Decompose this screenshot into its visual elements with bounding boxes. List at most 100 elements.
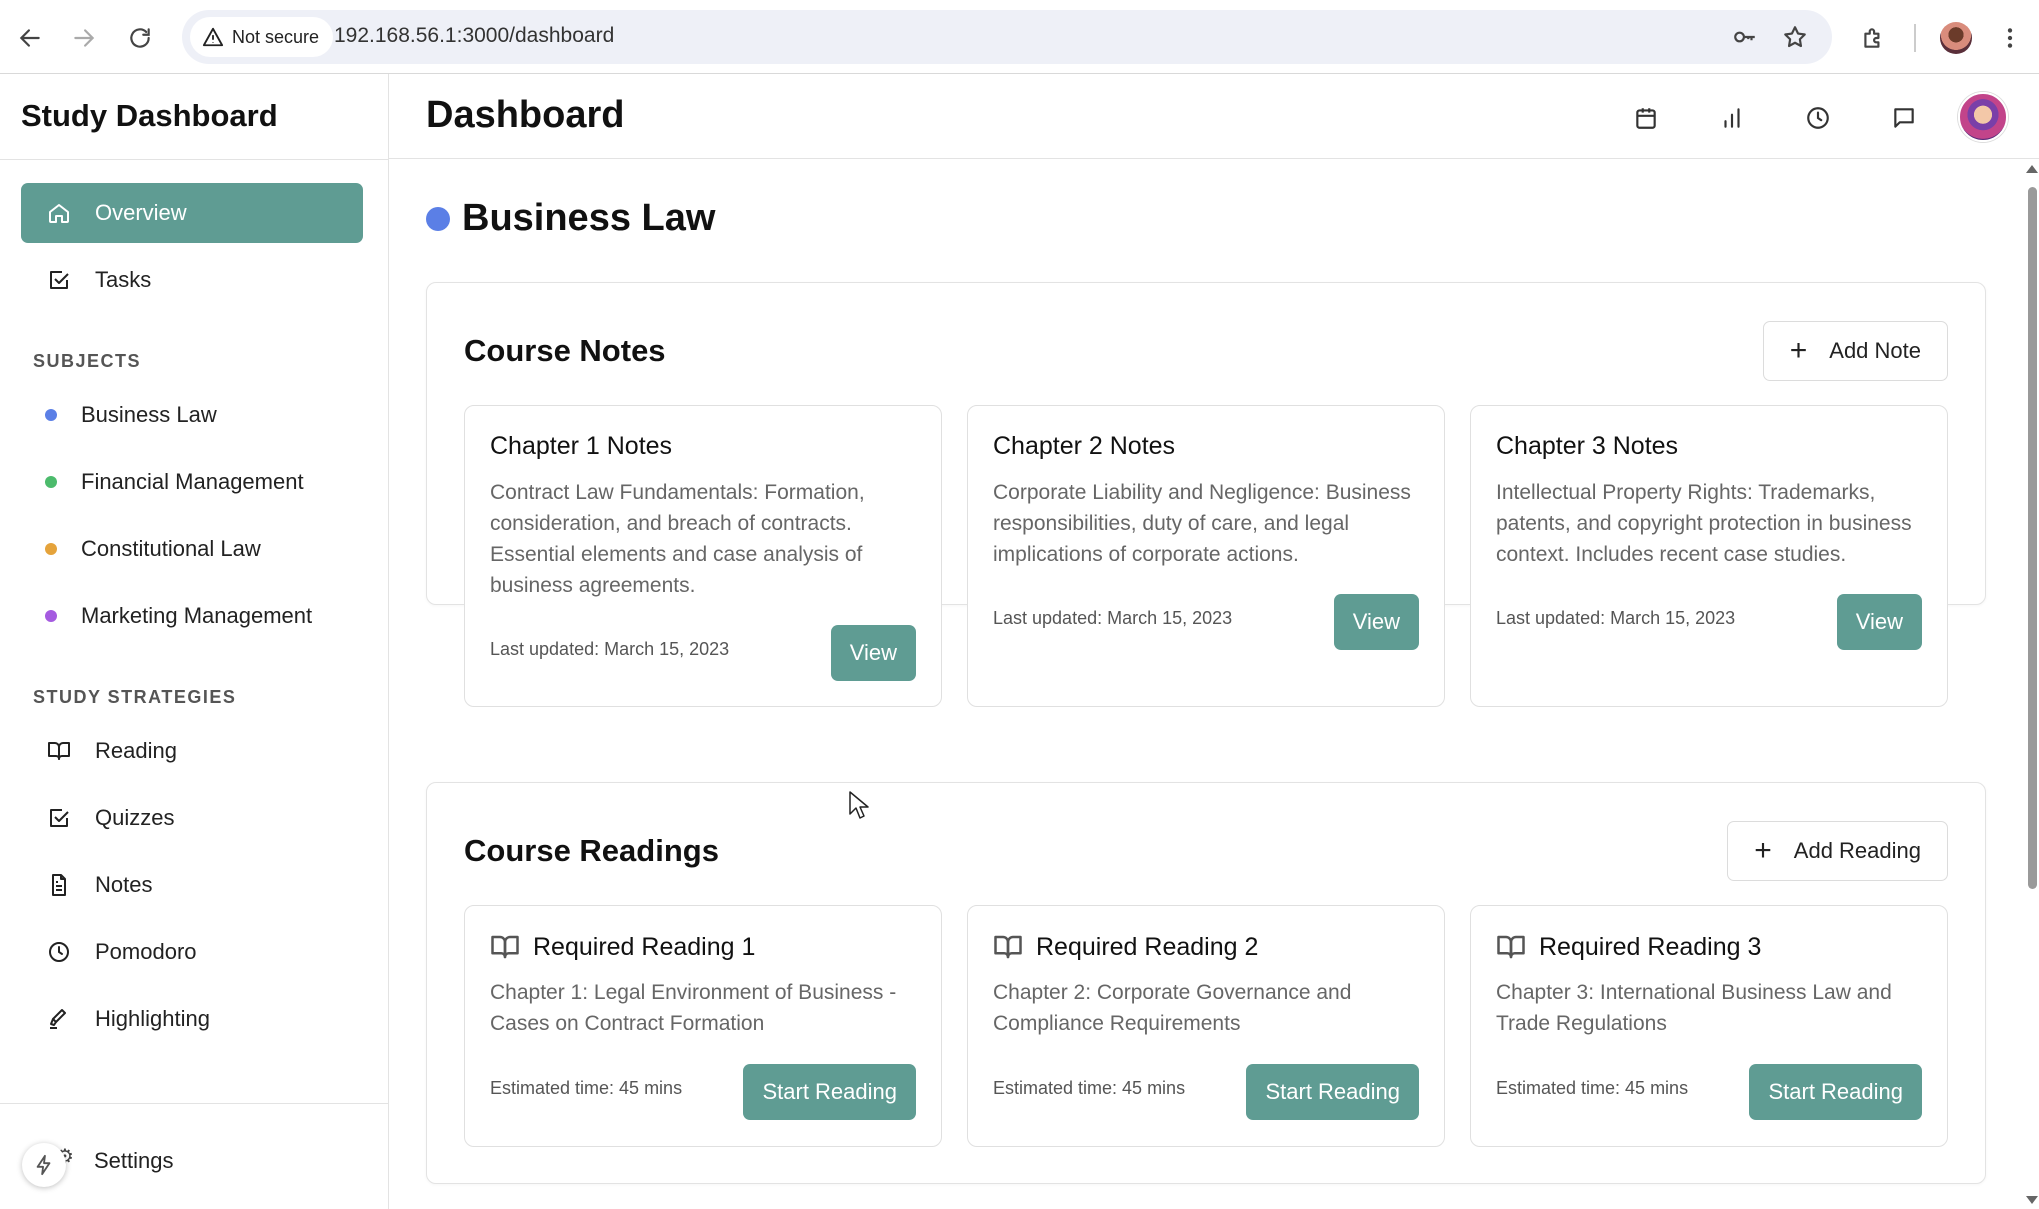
start-reading-button[interactable]: Start Reading [1246,1064,1419,1120]
start-reading-button[interactable]: Start Reading [1749,1064,1922,1120]
card-title: Chapter 1 Notes [490,432,673,460]
sidebar-item-label: Overview [95,200,187,225]
course-notes-panel: Course Notes + Add Note Chapter 1 Notes … [426,282,1986,707]
mouse-cursor [849,791,869,819]
sidebar-item-business-law[interactable]: Business Law [33,395,217,435]
scrollbar-thumb[interactable] [2028,187,2037,889]
browser-toolbar: Not secure 192.168.56.1:3000/dashboard [0,0,2039,74]
card-title-text: Required Reading 2 [1036,932,1259,961]
document-icon [45,871,73,899]
star-icon[interactable] [1780,22,1810,52]
subject-dot [45,610,57,622]
checkbox-icon [45,804,73,832]
clock-icon [45,938,73,966]
sidebar-item-label: Tasks [95,267,152,292]
calendar-icon[interactable] [1626,98,1666,138]
card-title: Required Reading 2 [993,932,1258,962]
add-note-button[interactable]: + Add Note [1762,321,1948,381]
sidebar-item-label: Quizzes [95,805,175,830]
reading-card: Required Reading 1 Chapter 1: Legal Envi… [464,905,942,1147]
message-icon[interactable] [1884,98,1924,138]
subject-dot [45,543,57,555]
book-icon [45,737,73,765]
extensions-icon[interactable] [1853,18,1893,58]
card-description: Corporate Liability and Negligence: Busi… [993,481,1411,566]
card-description: Contract Law Fundamentals: Formation, co… [490,481,865,597]
security-label: Not secure [232,26,320,47]
url-text[interactable]: 192.168.56.1:3000/dashboard [334,24,614,48]
bar-chart-icon[interactable] [1712,98,1752,138]
course-readings-panel: Course Readings + Add Reading Required R… [426,782,1986,1184]
sidebar-item-constitutional-law[interactable]: Constitutional Law [33,529,261,569]
user-avatar[interactable] [1958,92,2008,142]
card-title-text: Required Reading 3 [1539,932,1762,961]
strategies-heading: STUDY STRATEGIES [33,687,237,707]
checkbox-icon [45,266,73,294]
card-title-text: Required Reading 1 [533,932,756,961]
button-label: Add Reading [1793,838,1921,863]
card-title: Required Reading 1 [490,932,755,962]
card-meta: Last updated: March 15, 2023 [490,639,730,659]
sidebar-item-notes[interactable]: Notes [21,855,363,915]
page-title: Dashboard [426,94,625,136]
card-meta: Last updated: March 15, 2023 [993,608,1233,628]
sidebar-item-overview[interactable]: Overview [21,183,363,243]
note-card: Chapter 1 Notes Contract Law Fundamental… [464,405,942,707]
section-title: Course Notes [464,333,666,368]
divider [0,159,389,160]
sidebar-item-label: Pomodoro [95,939,197,964]
subject-label: Marketing Management [81,603,313,628]
forward-icon[interactable] [64,18,104,58]
card-meta: Estimated time: 45 mins [1496,1078,1689,1098]
scroll-up-arrow[interactable] [2026,165,2038,173]
sidebar-item-marketing-management[interactable]: Marketing Management [33,596,312,636]
security-chip[interactable]: Not secure [190,17,334,57]
start-reading-button[interactable]: Start Reading [743,1064,916,1120]
note-card: Chapter 2 Notes Corporate Liability and … [967,405,1445,707]
subject-dot [45,476,57,488]
sidebar-item-highlighting[interactable]: Highlighting [21,989,363,1049]
button-label: Add Note [1829,338,1921,363]
reload-icon[interactable] [120,18,160,58]
card-meta: Last updated: March 15, 2023 [1496,608,1736,628]
subjects-heading: SUBJECTS [33,351,142,371]
lightning-icon[interactable] [22,1143,66,1187]
card-meta: Estimated time: 45 mins [993,1078,1186,1098]
subject-label: Financial Management [81,469,304,494]
book-icon [1497,935,1525,959]
sidebar-item-financial-management[interactable]: Financial Management [33,462,304,502]
sidebar-item-settings[interactable]: Settings [94,1148,174,1174]
subject-heading: Business Law [426,197,715,240]
subject-dot [426,206,450,231]
view-button[interactable]: View [830,625,916,681]
card-description: Chapter 1: Legal Environment of Business… [490,981,897,1035]
subject-title-text: Business Law [462,197,716,239]
card-meta: Estimated time: 45 mins [490,1078,683,1098]
sidebar-item-tasks[interactable]: Tasks [21,250,363,310]
more-icon[interactable] [1990,18,2030,58]
card-title: Chapter 2 Notes [993,432,1176,460]
subject-label: Business Law [81,402,217,427]
section-title: Course Readings [464,833,719,868]
view-button[interactable]: View [1333,594,1419,650]
book-icon [491,935,519,959]
view-button[interactable]: View [1836,594,1922,650]
scroll-down-arrow[interactable] [2026,1196,2038,1204]
address-bar[interactable]: Not secure 192.168.56.1:3000/dashboard [182,10,1832,64]
profile-avatar[interactable] [1940,22,1972,54]
reading-card: Required Reading 3 Chapter 3: Internatio… [1470,905,1948,1147]
card-description: Chapter 2: Corporate Governance and Comp… [993,981,1352,1035]
highlighter-icon [45,1005,73,1033]
key-icon[interactable] [1730,22,1760,52]
sidebar-item-pomodoro[interactable]: Pomodoro [21,922,363,982]
back-icon[interactable] [10,18,50,58]
sidebar-item-label: Notes [95,872,153,897]
add-reading-button[interactable]: + Add Reading [1727,821,1948,881]
clock-icon[interactable] [1798,98,1838,138]
sidebar-item-quizzes[interactable]: Quizzes [21,788,363,848]
note-card: Chapter 3 Notes Intellectual Property Ri… [1470,405,1948,707]
brand-title: Study Dashboard [21,98,278,133]
divider [0,1103,389,1104]
sidebar-item-reading[interactable]: Reading [21,721,363,781]
card-description: Intellectual Property Rights: Trademarks… [1496,481,1912,566]
